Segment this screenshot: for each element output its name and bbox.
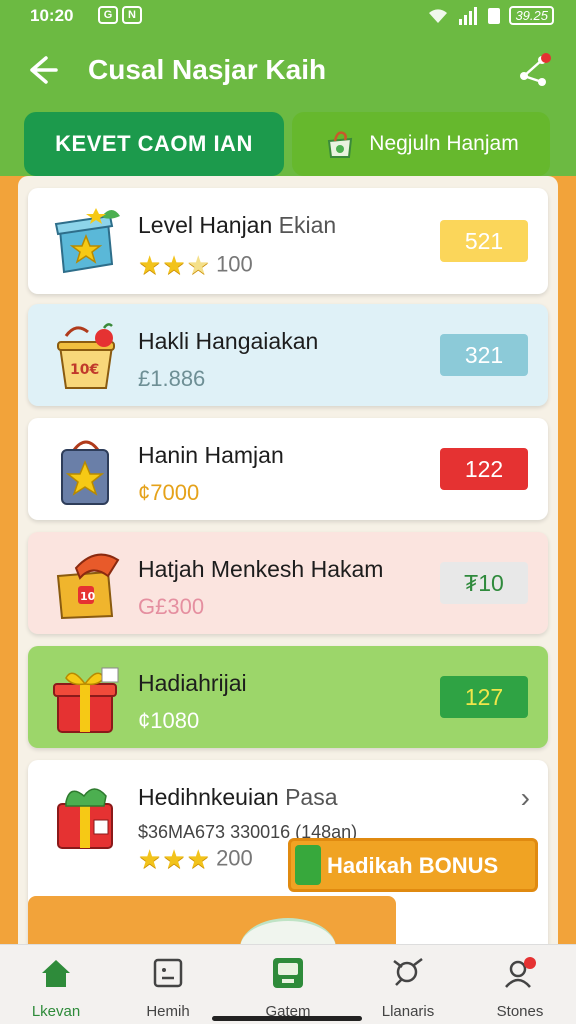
star-icon: ★ <box>138 250 162 280</box>
home-indicator[interactable] <box>212 1016 362 1021</box>
share-icon[interactable] <box>516 52 552 88</box>
gift-box-icon <box>54 208 120 274</box>
price-badge[interactable]: ₮10 <box>440 562 528 604</box>
shopping-bag-icon <box>328 131 353 158</box>
chevron-right-icon[interactable]: › <box>521 782 530 814</box>
item-price: ¢7000 <box>138 480 200 505</box>
signal-icon <box>459 6 478 25</box>
tab-negjuln-hanjam[interactable]: Negjuln Hanjam <box>292 112 550 176</box>
app-bar: Cusal Nasjar Kaih <box>0 34 576 110</box>
bonus-label: Hadikah BONUS <box>327 853 499 878</box>
status-icons: 39.25 <box>427 6 554 25</box>
notification-icon: N <box>122 6 142 24</box>
shopping-bag-icon <box>61 440 109 505</box>
star-icon: ★ <box>162 250 186 280</box>
shopping-basket-icon: 10€ <box>57 323 115 389</box>
treasure-chest-icon: 10 <box>56 553 120 620</box>
item-name: Hedihnkeuian Pasa <box>138 784 338 810</box>
price-badge[interactable]: 122 <box>440 448 528 490</box>
profile-icon <box>505 957 536 988</box>
item-price: ¢1080 <box>138 708 200 733</box>
item-name: Level Hanjan Ekian <box>138 212 337 238</box>
star-icon: ★ <box>186 250 210 280</box>
tab-label: Negjuln Hanjam <box>369 132 519 155</box>
nav-item-stones[interactable]: Stones <box>470 955 570 1020</box>
promo-banner[interactable] <box>28 896 396 948</box>
star-icon: ★ <box>186 844 210 874</box>
price-badge[interactable]: 127 <box>440 676 528 718</box>
star-rating: ★ ★ ★ <box>138 844 210 875</box>
list-item[interactable]: Hanin Hamjan ¢7000 122 <box>28 418 548 520</box>
bottom-navigation: Lkevan Hemih Gatem Llanaris Stones <box>0 944 576 1024</box>
tab-strip: KEVET CAOM IAN Negjuln Hanjam <box>0 110 576 176</box>
nav-label: Stones <box>496 1003 544 1020</box>
nav-item-gatem[interactable]: Gatem <box>238 955 338 1020</box>
page-title: Cusal Nasjar Kaih <box>88 54 327 85</box>
arrow-left-icon[interactable] <box>22 50 62 90</box>
list-item[interactable]: 10€ Hakli Hangaiakan £1.886 321 <box>28 304 548 406</box>
nav-label: Llanaris <box>381 1003 435 1020</box>
battery-indicator: 39.25 <box>509 6 554 25</box>
item-name: Hatjah Menkesh Hakam <box>138 556 384 582</box>
list-item[interactable]: Hadiahrijai ¢1080 127 <box>28 646 548 748</box>
notification-icons: G N <box>98 6 142 24</box>
bonus-marker <box>295 845 321 885</box>
nav-item-hemih[interactable]: Hemih <box>118 955 218 1020</box>
star-icon: ★ <box>162 844 186 874</box>
item-price: G£300 <box>138 594 205 619</box>
svg-text:10: 10 <box>80 590 96 603</box>
svg-text:10€: 10€ <box>70 362 99 378</box>
bonus-button[interactable]: Hadikah BONUS <box>288 838 538 892</box>
status-bar: 10:20 G N 39.25 <box>0 0 576 34</box>
present-box-icon <box>57 788 113 849</box>
star-icon: ★ <box>138 844 162 874</box>
device-icon <box>273 958 303 988</box>
list-item[interactable]: Level Hanjan Ekian ★ ★ ★ 100 521 <box>28 188 548 294</box>
tab-kevet-caom-ian[interactable]: KEVET CAOM IAN <box>24 112 284 176</box>
wifi-icon <box>429 8 448 23</box>
home-icon <box>42 960 70 987</box>
price-badge[interactable]: 321 <box>440 334 528 376</box>
item-name: Hadiahrijai <box>138 670 247 696</box>
clock: 10:20 <box>30 6 74 25</box>
notification-icon: G <box>98 6 118 24</box>
item-name: Hakli Hangaiakan <box>138 328 319 354</box>
item-rating: ★ ★ ★ 200 <box>138 844 253 875</box>
tab-label: KEVET CAOM IAN <box>55 131 253 156</box>
tools-icon <box>393 958 423 986</box>
gift-icon <box>53 667 119 733</box>
nav-item-home[interactable]: Lkevan <box>6 955 106 1020</box>
item-rating: ★ ★ ★ 100 <box>138 250 253 281</box>
item-price: £1.886 <box>138 366 206 391</box>
rating-count: 200 <box>216 845 253 871</box>
sim-icon <box>488 7 501 24</box>
price-badge[interactable]: 521 <box>440 220 528 262</box>
rating-count: 100 <box>216 251 253 277</box>
list-item[interactable]: 10 Hatjah Menkesh Hakam G£300 ₮10 <box>28 532 548 634</box>
nav-label: Hemih <box>146 1003 190 1020</box>
nav-label: Lkevan <box>31 1003 81 1020</box>
face-icon <box>153 958 183 988</box>
nav-item-llanaris[interactable]: Llanaris <box>358 955 458 1020</box>
star-rating: ★ ★ ★ <box>138 250 210 281</box>
item-name: Hanin Hamjan <box>138 442 284 468</box>
